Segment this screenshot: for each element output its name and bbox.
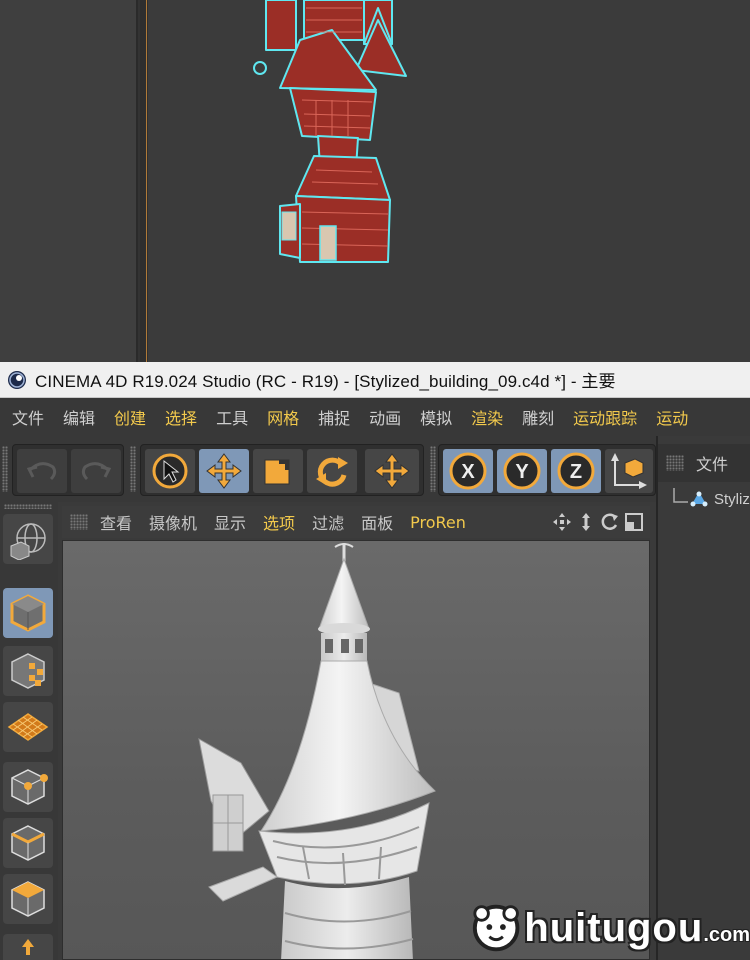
watermark-suffix: .com: [703, 923, 750, 946]
viewport-menu-proren[interactable]: ProRen: [410, 513, 466, 532]
palette-grip[interactable]: [4, 504, 52, 509]
svg-text:Y: Y: [515, 461, 529, 483]
coordinate-system-button[interactable]: [605, 449, 653, 493]
last-tool-button[interactable]: [365, 449, 419, 493]
texture-mode-button[interactable]: [3, 646, 53, 696]
svg-text:Z: Z: [570, 461, 582, 483]
red-house-model: [253, 0, 407, 263]
zoom-view-icon[interactable]: [576, 512, 596, 532]
svg-text:X: X: [461, 461, 475, 483]
cinema4d-logo-icon: [8, 370, 26, 389]
more-tools-button[interactable]: [3, 934, 53, 960]
axis-x-button[interactable]: X: [443, 449, 493, 493]
viewport-solo-button[interactable]: [3, 514, 53, 564]
top-panel-divider[interactable]: [140, 0, 148, 362]
undo-redo-group: [12, 444, 124, 496]
viewport-menu-panel[interactable]: 面板: [361, 510, 393, 534]
menu-create[interactable]: 创建: [114, 405, 146, 429]
menu-select[interactable]: 选择: [165, 405, 197, 429]
globe-cube-icon: [10, 523, 46, 560]
menu-file[interactable]: 文件: [12, 405, 44, 429]
axis-z-icon: Z: [557, 452, 595, 490]
rotate-icon: [316, 457, 348, 487]
move-tool-button[interactable]: [199, 449, 249, 493]
select-tool-button[interactable]: [145, 449, 195, 493]
polygons-mode-button[interactable]: [3, 874, 53, 924]
object-manager-header: 文件: [658, 444, 750, 482]
toolbar-grip[interactable]: [2, 446, 8, 492]
menu-snap[interactable]: 捕捉: [318, 405, 350, 429]
top-left-panel: [0, 0, 138, 362]
axis-y-button[interactable]: Y: [497, 449, 547, 493]
menu-sculpt[interactable]: 雕刻: [522, 405, 554, 429]
workplane-icon: [7, 713, 49, 741]
main-toolbar: X Y Z: [0, 436, 656, 502]
arrow-up-icon: [22, 939, 34, 955]
points-mode-button[interactable]: [3, 762, 53, 812]
model-mode-icon: [10, 594, 46, 632]
edges-mode-icon: [11, 825, 45, 861]
menu-animate[interactable]: 动画: [369, 405, 401, 429]
texture-mode-icon: [11, 653, 45, 689]
menu-render[interactable]: 渲染: [471, 405, 503, 429]
transform-tools-group: [140, 444, 424, 496]
redo-icon: [81, 462, 112, 481]
viewport-grip[interactable]: [70, 514, 88, 530]
top-viewport[interactable]: [148, 0, 750, 362]
null-object-icon: [690, 491, 708, 507]
menu-simulate[interactable]: 模拟: [420, 405, 452, 429]
watermark-logo-icon: [472, 904, 520, 952]
watermark-text: huitugou: [524, 905, 704, 950]
toolbar-grip[interactable]: [130, 446, 136, 492]
polygons-mode-icon: [11, 881, 45, 917]
workplane-button[interactable]: [3, 702, 53, 752]
edges-mode-button[interactable]: [3, 818, 53, 868]
title-bar: CINEMA 4D R19.024 Studio (RC - R19) - [S…: [0, 362, 750, 398]
axis-x-icon: X: [449, 452, 487, 490]
redo-button[interactable]: [71, 449, 121, 493]
pan-view-icon[interactable]: [552, 512, 572, 532]
axis-y-icon: Y: [503, 452, 541, 490]
axis-z-button[interactable]: Z: [551, 449, 601, 493]
menu-edit[interactable]: 编辑: [63, 405, 95, 429]
object-manager-panel: 文件 Styliz: [656, 436, 750, 960]
tree-branch-icon: [673, 488, 688, 503]
menu-tools[interactable]: 工具: [216, 405, 248, 429]
menu-mesh[interactable]: 网格: [267, 405, 299, 429]
viewport-menu-options[interactable]: 选项: [263, 510, 295, 534]
viewport-menu-cameras[interactable]: 摄像机: [149, 510, 197, 534]
menu-motion-tracking[interactable]: 运动跟踪: [573, 405, 637, 429]
viewport-menu-bar: 查看 摄像机 显示 选项 过滤 面板 ProRen: [62, 506, 650, 538]
scale-icon: [264, 459, 290, 485]
object-manager-file-menu[interactable]: 文件: [696, 451, 728, 475]
model-mode-button[interactable]: [3, 588, 53, 638]
select-arrow-icon: [152, 453, 188, 489]
viewport-menu-view[interactable]: 查看: [100, 510, 132, 534]
undo-button[interactable]: [17, 449, 67, 493]
toolbar-grip[interactable]: [430, 446, 436, 492]
viewport-nav-controls: [552, 512, 644, 532]
panel-grip[interactable]: [666, 455, 684, 471]
rotate-tool-button[interactable]: [307, 449, 357, 493]
menu-motion[interactable]: 运动: [656, 405, 688, 429]
menu-bar: 文件 编辑 创建 选择 工具 网格 捕捉 动画 模拟 渲染 雕刻 运动跟踪 运动: [0, 398, 750, 436]
object-name[interactable]: Styliz: [714, 491, 750, 508]
move-last-icon: [374, 453, 410, 489]
top-viewport-crop: [0, 0, 750, 362]
world-coordinates-icon: [611, 453, 647, 489]
object-row[interactable]: Styliz: [658, 484, 750, 514]
move-icon: [206, 453, 242, 489]
rotate-view-icon[interactable]: [600, 512, 620, 532]
window-title: CINEMA 4D R19.024 Studio (RC - R19) - [S…: [35, 372, 616, 391]
watermark: huitugou .com: [470, 896, 750, 960]
viewport-menu-display[interactable]: 显示: [214, 510, 246, 534]
toggle-layout-icon[interactable]: [624, 512, 644, 532]
left-tool-palette: [0, 502, 58, 960]
viewport-menu-filter[interactable]: 过滤: [312, 510, 344, 534]
axis-lock-group: X Y Z: [438, 444, 656, 496]
points-mode-icon: [11, 769, 48, 805]
undo-icon: [26, 462, 57, 481]
scale-tool-button[interactable]: [253, 449, 303, 493]
